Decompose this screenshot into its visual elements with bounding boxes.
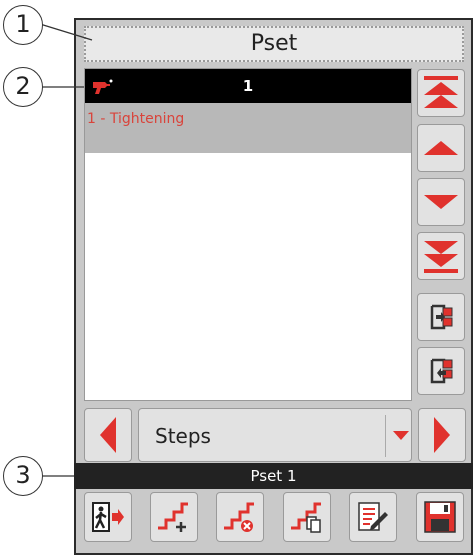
callout-2: 2 xyxy=(3,67,43,107)
callout-1: 1 xyxy=(3,5,43,45)
callout-3: 3 xyxy=(3,456,43,496)
callout-leader-lines xyxy=(39,23,93,477)
